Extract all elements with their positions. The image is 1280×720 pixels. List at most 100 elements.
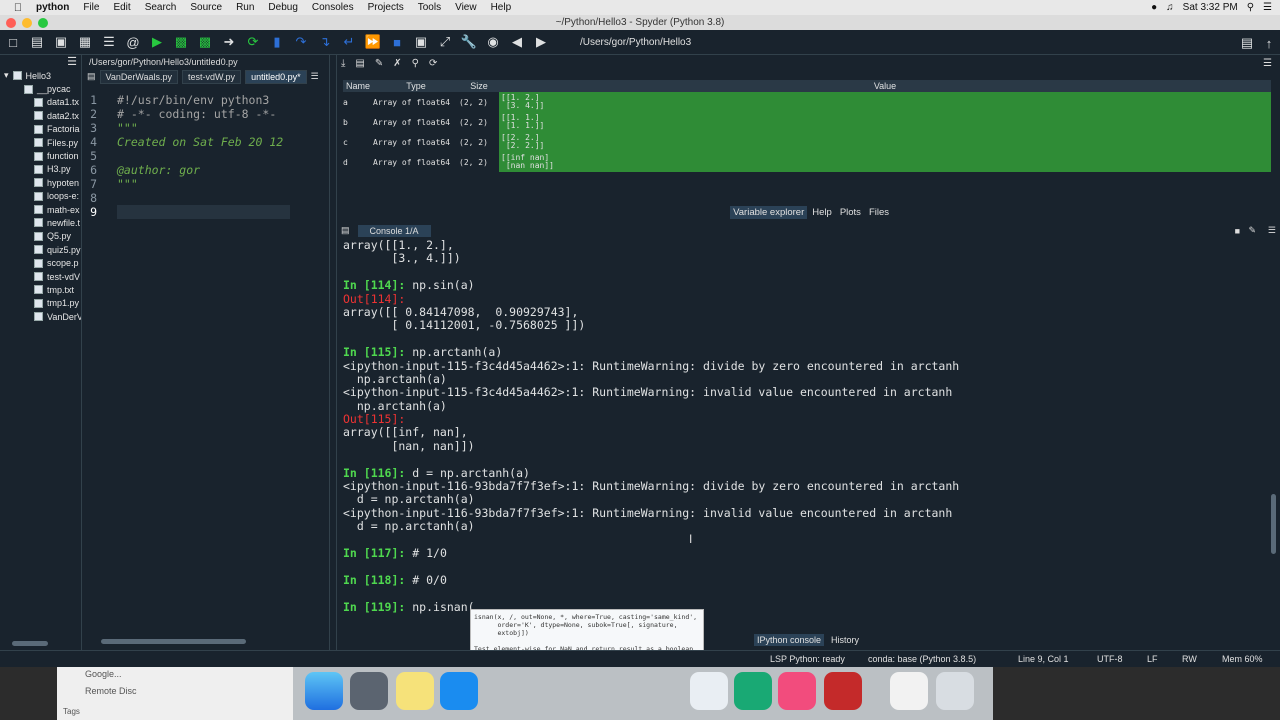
tree-item[interactable]: loops-e: [0,190,81,203]
tree-item[interactable]: data2.tx [0,109,81,122]
python-path-icon[interactable]: ◉ [484,33,502,51]
app-store-icon[interactable] [440,672,478,710]
horizontal-scrollbar[interactable] [12,641,48,646]
tree-item[interactable]: tmp.txt [0,283,81,296]
tab-files[interactable]: Files [866,206,892,219]
forward-icon[interactable]: ▶ [532,33,550,51]
run-cell-icon[interactable]: ▩ [172,33,190,51]
pane-options-icon[interactable]: ☰ [1268,225,1276,236]
stop-debug-icon[interactable]: ■ [388,33,406,51]
menu-debug[interactable]: Debug [268,2,297,13]
menu-view[interactable]: View [455,2,477,13]
browse-folder-icon[interactable]: ▤ [1238,34,1256,52]
menu-projects[interactable]: Projects [368,2,404,13]
spyder-icon[interactable] [824,672,862,710]
menu-help[interactable]: Help [491,2,512,13]
parent-folder-icon[interactable]: ↑ [1260,34,1278,52]
finder-item[interactable]: Google... [85,669,122,679]
sync-icon[interactable] [734,672,772,710]
tree-item[interactable]: function [0,149,81,162]
maximize-pane-icon[interactable]: ▣ [412,33,430,51]
menu-tools[interactable]: Tools [418,2,441,13]
pane-options-icon[interactable]: ☰ [1263,58,1272,69]
python-file-icon[interactable] [890,672,928,710]
run-cell-advance-icon[interactable]: ▩ [196,33,214,51]
menu-file[interactable]: File [83,2,99,13]
tab-console-1a[interactable]: Console 1/A [357,224,431,237]
back-icon[interactable]: ◀ [508,33,526,51]
tab-variable-explorer[interactable]: Variable explorer [730,206,808,219]
column-header[interactable]: Value [499,80,1271,92]
search-icon[interactable]: ⚲ [1247,2,1254,13]
horizontal-scrollbar[interactable] [101,639,246,644]
tree-item[interactable]: Files.py [0,136,81,149]
tree-root[interactable]: ▾ Hello3 [0,69,81,82]
menu-consoles[interactable]: Consoles [312,2,354,13]
rerun-icon[interactable]: ⟳ [244,33,262,51]
pane-options-icon[interactable]: ☰ [311,71,319,82]
working-directory-field[interactable]: /Users/gor/Python/Hello3 [576,34,1226,51]
menu-source[interactable]: Source [190,2,222,13]
save-icon[interactable]: ▣ [52,33,70,51]
tab-test-vdw[interactable]: test-vdW.py [182,69,242,84]
column-header[interactable]: Size [459,80,499,92]
tree-item[interactable]: test-vdV [0,270,81,283]
tree-item[interactable]: tmp1.py [0,297,81,310]
code-area[interactable]: 1 #!/usr/bin/env python3 2 # -*- coding: u… [83,93,330,219]
erase-icon[interactable]: ✗ [393,58,401,69]
table-row[interactable]: d Array of float64 (2, 2) [[inf nan] [na… [343,152,1271,172]
search-icon[interactable]: ⚲ [412,58,419,69]
menu-search[interactable]: Search [145,2,177,13]
tree-item[interactable]: newfile.t [0,216,81,229]
tree-item[interactable]: Factoria [0,123,81,136]
table-row[interactable]: c Array of float64 (2, 2) [[2. 2.] [2. 2… [343,132,1271,152]
run-icon[interactable]: ▶ [148,33,166,51]
column-header[interactable]: Type [373,80,459,92]
launchpad-icon[interactable] [350,672,388,710]
tree-item[interactable]: Q5.py [0,230,81,243]
new-file-icon[interactable]: □ [4,33,22,51]
tab-history[interactable]: History [828,634,862,646]
continue-icon[interactable]: ⏩ [364,33,382,51]
minimize-window-button[interactable] [22,18,32,28]
zoom-window-button[interactable] [38,18,48,28]
app-menu[interactable]: python [36,2,69,13]
tree-item[interactable]: H3.py [0,163,81,176]
pane-options-icon[interactable]: ☰ [67,55,77,69]
column-header[interactable]: Name [343,80,373,92]
menu-edit[interactable]: Edit [113,2,130,13]
refresh-icon[interactable]: ⟳ [429,58,437,69]
tree-item[interactable]: data1.tx [0,96,81,109]
console-output[interactable]: array([[1., 2.], [3., 4.]]) In [114]: np.… [343,239,1263,629]
clock[interactable]: Sat 3:32 PM [1183,2,1238,13]
tree-item[interactable]: hypoten [0,176,81,189]
tab-untitled0[interactable]: untitled0.py* [245,69,307,84]
tab-vanderwaals[interactable]: VanDerWaals.py [99,69,179,84]
finder-icon[interactable] [305,672,343,710]
finder-item[interactable]: Remote Disc [85,686,137,696]
save-data-icon[interactable]: ▤ [355,58,364,69]
save-all-icon[interactable]: ▦ [76,33,94,51]
tree-item[interactable]: math-ex [0,203,81,216]
menu-extras-icon[interactable]: ☰ [1263,2,1272,13]
table-row[interactable]: b Array of float64 (2, 2) [[1. 1.] [1. 1… [343,112,1271,132]
tab-list-icon[interactable]: ▤ [87,71,96,82]
at-icon[interactable]: @ [124,33,142,51]
close-window-button[interactable] [6,18,16,28]
menu-run[interactable]: Run [236,2,254,13]
step-icon[interactable]: ↷ [292,33,310,51]
music-icon[interactable] [778,672,816,710]
tree-item[interactable]: __pycac [0,82,81,95]
notes-icon[interactable] [396,672,434,710]
edit-icon[interactable]: ✎ [1248,225,1256,236]
tree-item[interactable]: quiz5.py [0,243,81,256]
preferences-icon[interactable]: 🔧 [460,33,478,51]
tab-plots[interactable]: Plots [837,206,864,219]
import-data-icon[interactable]: ⤓ [341,58,345,69]
tab-help[interactable]: Help [809,206,835,219]
tree-item[interactable]: scope.p [0,256,81,269]
stop-kernel-icon[interactable]: ■ [1235,226,1240,236]
step-return-icon[interactable]: ↵ [340,33,358,51]
list-icon[interactable]: ☰ [100,33,118,51]
open-file-icon[interactable]: ▤ [28,33,46,51]
